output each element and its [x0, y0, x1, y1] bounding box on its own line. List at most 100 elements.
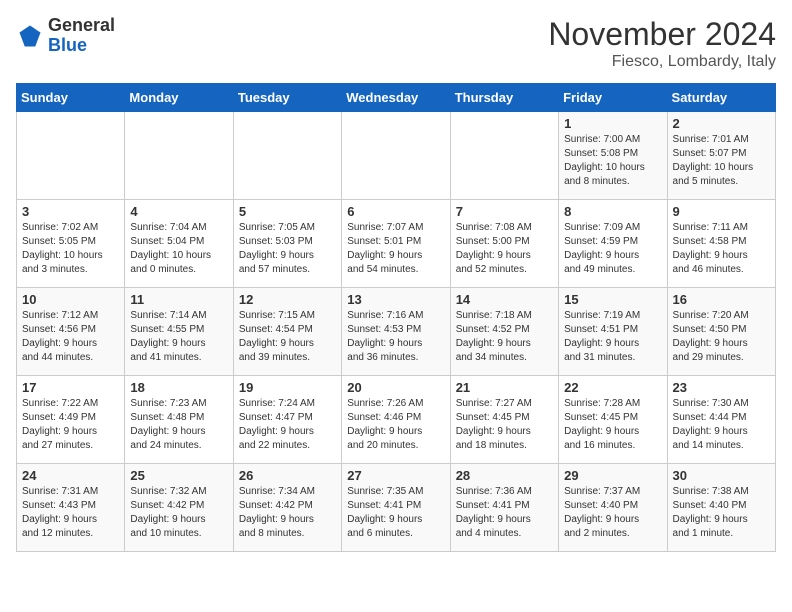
day-info: Sunrise: 7:00 AM Sunset: 5:08 PM Dayligh…: [564, 133, 661, 189]
day-info: Sunrise: 7:01 AM Sunset: 5:07 PM Dayligh…: [673, 133, 770, 189]
day-number: 7: [456, 204, 553, 219]
day-number: 14: [456, 292, 553, 307]
day-cell: [125, 112, 233, 200]
day-info: Sunrise: 7:08 AM Sunset: 5:00 PM Dayligh…: [456, 221, 553, 277]
day-cell: 26 Sunrise: 7:34 AM Sunset: 4:42 PM Dayli…: [233, 464, 341, 552]
day-info: Sunrise: 7:04 AM Sunset: 5:04 PM Dayligh…: [130, 221, 227, 277]
day-cell: 6 Sunrise: 7:07 AM Sunset: 5:01 PM Daylig…: [342, 200, 450, 288]
day-cell: 29Sunrise: 7:37 AM Sunset: 4:40 PM Dayli…: [559, 464, 667, 552]
day-number: 28: [456, 468, 553, 483]
day-number: 5: [239, 204, 336, 219]
day-cell: [450, 112, 558, 200]
day-info: Sunrise: 7:24 AM Sunset: 4:47 PM Dayligh…: [239, 397, 336, 453]
day-number: 13: [347, 292, 444, 307]
day-info: Sunrise: 7:19 AM Sunset: 4:51 PM Dayligh…: [564, 309, 661, 365]
day-number: 18: [130, 380, 227, 395]
calendar-header: SundayMondayTuesdayWednesdayThursdayFrid…: [17, 84, 776, 112]
day-cell: [233, 112, 341, 200]
day-cell: 28 Sunrise: 7:36 AM Sunset: 4:41 PM Dayli…: [450, 464, 558, 552]
day-number: 27: [347, 468, 444, 483]
day-info: Sunrise: 7:28 AM Sunset: 4:45 PM Dayligh…: [564, 397, 661, 453]
title-block: November 2024 Fiesco, Lombardy, Italy: [548, 16, 776, 71]
day-cell: 3 Sunrise: 7:02 AM Sunset: 5:05 PM Daylig…: [17, 200, 125, 288]
week-row-4: 17Sunrise: 7:22 AM Sunset: 4:49 PM Dayli…: [17, 376, 776, 464]
day-cell: 30 Sunrise: 7:38 AM Sunset: 4:40 PM Dayli…: [667, 464, 775, 552]
day-number: 12: [239, 292, 336, 307]
day-info: Sunrise: 7:32 AM Sunset: 4:42 PM Dayligh…: [130, 485, 227, 541]
day-number: 4: [130, 204, 227, 219]
day-cell: 14 Sunrise: 7:18 AM Sunset: 4:52 PM Dayli…: [450, 288, 558, 376]
day-cell: [342, 112, 450, 200]
day-info: Sunrise: 7:05 AM Sunset: 5:03 PM Dayligh…: [239, 221, 336, 277]
day-info: Sunrise: 7:09 AM Sunset: 4:59 PM Dayligh…: [564, 221, 661, 277]
day-number: 15: [564, 292, 661, 307]
day-number: 17: [22, 380, 119, 395]
day-cell: 22 Sunrise: 7:28 AM Sunset: 4:45 PM Dayli…: [559, 376, 667, 464]
location-subtitle: Fiesco, Lombardy, Italy: [548, 53, 776, 71]
day-number: 23: [673, 380, 770, 395]
day-cell: 7 Sunrise: 7:08 AM Sunset: 5:00 PM Daylig…: [450, 200, 558, 288]
day-info: Sunrise: 7:14 AM Sunset: 4:55 PM Dayligh…: [130, 309, 227, 365]
day-info: Sunrise: 7:38 AM Sunset: 4:40 PM Dayligh…: [673, 485, 770, 541]
month-title: November 2024: [548, 16, 776, 53]
day-cell: 24 Sunrise: 7:31 AM Sunset: 4:43 PM Dayli…: [17, 464, 125, 552]
day-cell: 15 Sunrise: 7:19 AM Sunset: 4:51 PM Dayli…: [559, 288, 667, 376]
day-number: 3: [22, 204, 119, 219]
day-info: Sunrise: 7:37 AM Sunset: 4:40 PM Dayligh…: [564, 485, 661, 541]
day-info: Sunrise: 7:34 AM Sunset: 4:42 PM Dayligh…: [239, 485, 336, 541]
day-number: 19: [239, 380, 336, 395]
week-row-5: 24 Sunrise: 7:31 AM Sunset: 4:43 PM Dayli…: [17, 464, 776, 552]
day-info: Sunrise: 7:27 AM Sunset: 4:45 PM Dayligh…: [456, 397, 553, 453]
logo-icon: [16, 22, 44, 50]
day-number: 11: [130, 292, 227, 307]
day-info: Sunrise: 7:20 AM Sunset: 4:50 PM Dayligh…: [673, 309, 770, 365]
day-cell: 16Sunrise: 7:20 AM Sunset: 4:50 PM Dayli…: [667, 288, 775, 376]
page-header: General Blue November 2024 Fiesco, Lomba…: [16, 16, 776, 71]
day-cell: 21 Sunrise: 7:27 AM Sunset: 4:45 PM Dayli…: [450, 376, 558, 464]
day-cell: 19 Sunrise: 7:24 AM Sunset: 4:47 PM Dayli…: [233, 376, 341, 464]
col-header-sunday: Sunday: [17, 84, 125, 112]
day-info: Sunrise: 7:07 AM Sunset: 5:01 PM Dayligh…: [347, 221, 444, 277]
day-number: 21: [456, 380, 553, 395]
day-info: Sunrise: 7:23 AM Sunset: 4:48 PM Dayligh…: [130, 397, 227, 453]
day-cell: 4 Sunrise: 7:04 AM Sunset: 5:04 PM Daylig…: [125, 200, 233, 288]
day-number: 6: [347, 204, 444, 219]
day-number: 2: [673, 116, 770, 131]
col-header-friday: Friday: [559, 84, 667, 112]
day-cell: 2 Sunrise: 7:01 AM Sunset: 5:07 PM Daylig…: [667, 112, 775, 200]
day-cell: [17, 112, 125, 200]
day-number: 26: [239, 468, 336, 483]
day-cell: 17Sunrise: 7:22 AM Sunset: 4:49 PM Dayli…: [17, 376, 125, 464]
day-cell: 1Sunrise: 7:00 AM Sunset: 5:08 PM Daylig…: [559, 112, 667, 200]
day-cell: 27 Sunrise: 7:35 AM Sunset: 4:41 PM Dayli…: [342, 464, 450, 552]
logo: General Blue: [16, 16, 115, 56]
day-info: Sunrise: 7:35 AM Sunset: 4:41 PM Dayligh…: [347, 485, 444, 541]
logo-text: General Blue: [48, 16, 115, 56]
week-row-2: 3 Sunrise: 7:02 AM Sunset: 5:05 PM Daylig…: [17, 200, 776, 288]
day-number: 25: [130, 468, 227, 483]
day-info: Sunrise: 7:15 AM Sunset: 4:54 PM Dayligh…: [239, 309, 336, 365]
day-info: Sunrise: 7:36 AM Sunset: 4:41 PM Dayligh…: [456, 485, 553, 541]
day-info: Sunrise: 7:31 AM Sunset: 4:43 PM Dayligh…: [22, 485, 119, 541]
day-cell: 5 Sunrise: 7:05 AM Sunset: 5:03 PM Daylig…: [233, 200, 341, 288]
day-number: 30: [673, 468, 770, 483]
day-number: 22: [564, 380, 661, 395]
day-info: Sunrise: 7:02 AM Sunset: 5:05 PM Dayligh…: [22, 221, 119, 277]
day-number: 24: [22, 468, 119, 483]
day-number: 8: [564, 204, 661, 219]
day-info: Sunrise: 7:16 AM Sunset: 4:53 PM Dayligh…: [347, 309, 444, 365]
week-row-1: 1Sunrise: 7:00 AM Sunset: 5:08 PM Daylig…: [17, 112, 776, 200]
day-cell: 18 Sunrise: 7:23 AM Sunset: 4:48 PM Dayli…: [125, 376, 233, 464]
col-header-saturday: Saturday: [667, 84, 775, 112]
day-cell: 13 Sunrise: 7:16 AM Sunset: 4:53 PM Dayli…: [342, 288, 450, 376]
day-cell: 11 Sunrise: 7:14 AM Sunset: 4:55 PM Dayli…: [125, 288, 233, 376]
day-number: 9: [673, 204, 770, 219]
col-header-tuesday: Tuesday: [233, 84, 341, 112]
col-header-wednesday: Wednesday: [342, 84, 450, 112]
day-cell: 10Sunrise: 7:12 AM Sunset: 4:56 PM Dayli…: [17, 288, 125, 376]
col-header-thursday: Thursday: [450, 84, 558, 112]
col-header-monday: Monday: [125, 84, 233, 112]
day-info: Sunrise: 7:18 AM Sunset: 4:52 PM Dayligh…: [456, 309, 553, 365]
day-cell: 9Sunrise: 7:11 AM Sunset: 4:58 PM Daylig…: [667, 200, 775, 288]
day-info: Sunrise: 7:26 AM Sunset: 4:46 PM Dayligh…: [347, 397, 444, 453]
